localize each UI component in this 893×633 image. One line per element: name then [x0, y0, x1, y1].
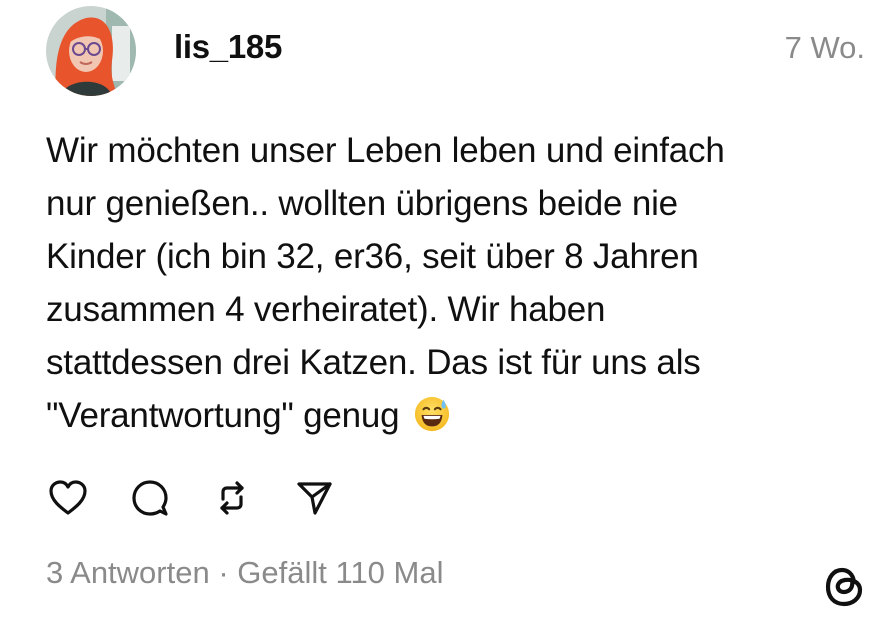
avatar-image: [46, 6, 136, 96]
likes-count[interactable]: Gefällt 110 Mal: [237, 555, 443, 590]
like-button[interactable]: [46, 476, 90, 520]
post-text-line: nur genießen.. wollten übrigens beide ni…: [46, 184, 678, 223]
threads-post: lis_185 7 Wo. Wir möchten unser Leben le…: [0, 0, 893, 633]
share-button[interactable]: [292, 476, 336, 520]
post-text-line: stattdessen drei Katzen. Das ist für uns…: [46, 343, 701, 382]
reply-button[interactable]: [128, 476, 172, 520]
avatar[interactable]: [46, 6, 136, 96]
post-text: Wir möchten unser Leben leben und einfac…: [46, 124, 876, 442]
comment-icon: [132, 480, 168, 516]
threads-logo[interactable]: [822, 560, 866, 610]
post-text-line: Kinder (ich bin 32, er36, seit über 8 Ja…: [46, 237, 699, 276]
username[interactable]: lis_185: [174, 28, 282, 66]
post-timestamp: 7 Wo.: [784, 30, 865, 65]
threads-logo-icon: [825, 567, 863, 607]
repost-button[interactable]: [210, 476, 254, 520]
repost-icon: [220, 481, 244, 515]
post-text-line: zusammen 4 verheiratet). Wir haben: [46, 290, 606, 329]
heart-icon: [49, 480, 87, 515]
post-stats: 3 Antworten · Gefällt 110 Mal: [46, 555, 444, 591]
share-icon: [297, 482, 332, 515]
grinning-face-with-sweat-icon: [414, 396, 450, 432]
post-text-line: "Verantwortung" genug: [46, 396, 400, 435]
stats-separator: ·: [218, 555, 229, 590]
post-text-line: Wir möchten unser Leben leben und einfac…: [46, 131, 725, 170]
replies-count[interactable]: 3 Antworten: [46, 555, 210, 590]
post-text-last-line: "Verantwortung" genug: [46, 389, 876, 442]
